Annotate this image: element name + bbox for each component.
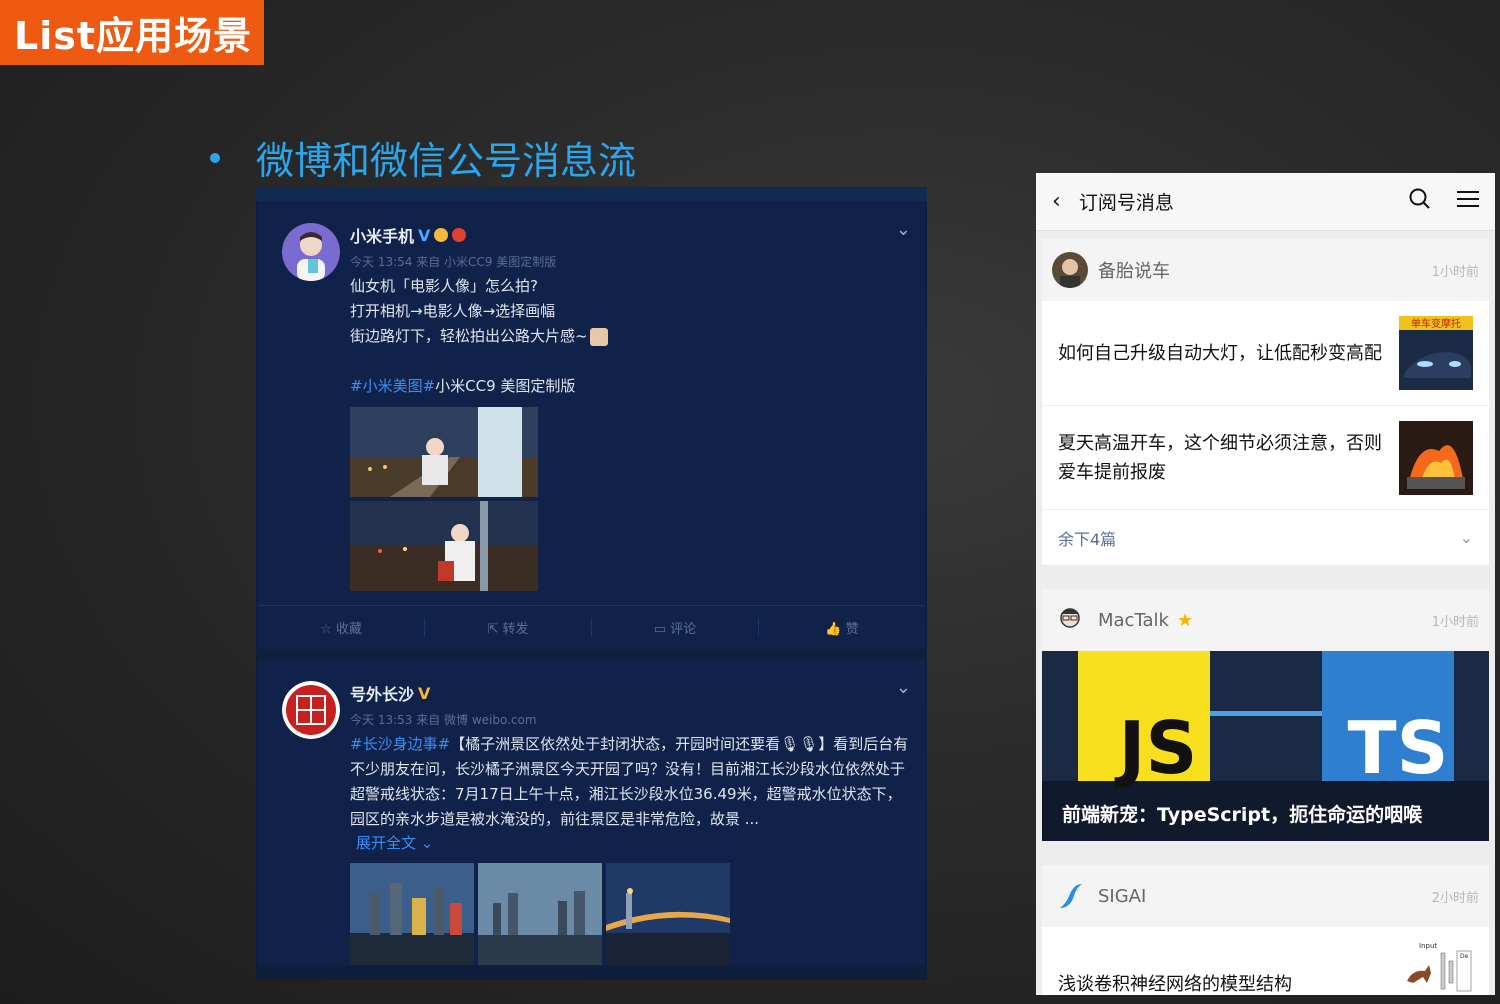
verified-icon: V	[418, 683, 431, 703]
thumbs-up-icon: 👍	[825, 622, 846, 637]
account-name: MacTalk	[1098, 609, 1169, 631]
article-title: 如何自己升级自动大灯，让低配秒变高配	[1058, 342, 1382, 364]
search-icon[interactable]	[1409, 188, 1431, 215]
expand-full-text-link[interactable]: 展开全文 ⌄	[356, 832, 905, 853]
comment-button[interactable]: ▭ 评论	[592, 618, 759, 637]
repost-button[interactable]: ⇱ 转发	[425, 618, 592, 637]
article-cover[interactable]: JS TS 前端新宠：TypeScript，扼住命运的咽喉	[1042, 651, 1489, 841]
avatar	[1052, 878, 1088, 914]
post-action-bar: ☆ 收藏 ⇱ 转发 ▭ 评论 👍 赞	[258, 605, 925, 649]
post-meta: 今天 13:53 来自 微博 weibo.com	[350, 713, 537, 727]
article-title: 浅谈卷积神经网络的模型结构	[1058, 974, 1292, 995]
thumb-label: 单车变摩托	[1411, 317, 1461, 330]
weibo-username[interactable]: 号外长沙	[350, 681, 414, 705]
cover-js-text: JS	[1114, 706, 1198, 790]
article-item[interactable]: 夏天高温开车，这个细节必须注意，否则爱车提前报废	[1042, 405, 1489, 509]
chevron-down-icon[interactable]: ⌄	[896, 219, 911, 240]
avatar	[1052, 252, 1088, 288]
article-title: 夏天高温开车，这个细节必须注意，否则爱车提前报废	[1058, 432, 1382, 483]
back-arrow-icon[interactable]: ‹	[1052, 189, 1061, 214]
share-icon: ⇱	[487, 622, 503, 637]
post-text: #长沙身边事#【橘子洲景区依然处于封闭状态，开园时间还要看🎙🎙】看到后台有不少朋…	[350, 735, 909, 828]
hashtag-link[interactable]: #长沙身边事#	[350, 735, 450, 753]
favorite-button[interactable]: ☆ 收藏	[258, 618, 425, 637]
bullet-heading: 微博和微信公号消息流	[210, 130, 636, 185]
menu-icon[interactable]	[1457, 190, 1479, 213]
article-thumbnail	[1399, 420, 1473, 495]
account-card: 备胎说车 1小时前 如何自己升级自动大灯，让低配秒变高配 单车变摩托 夏天高温开…	[1042, 239, 1489, 565]
account-name: 备胎说车	[1098, 261, 1170, 282]
article-thumbnail: 单车变摩托	[1399, 316, 1473, 390]
star-icon: ★	[1176, 609, 1194, 631]
account-time: 1小时前	[1431, 614, 1479, 630]
star-icon: ☆	[320, 622, 336, 637]
post-image[interactable]	[478, 863, 602, 965]
thumb-label: De	[1460, 953, 1469, 960]
wechat-subscription-screenshot: ‹ 订阅号消息 备胎说车 1小时前 如何自己升级自动大灯，让低配秒变高配 单车变…	[1036, 173, 1495, 995]
avatar	[1052, 602, 1088, 638]
badge-icon	[452, 228, 467, 242]
account-header[interactable]: 备胎说车 1小时前	[1042, 239, 1489, 301]
account-name: SIGAI	[1098, 885, 1147, 907]
emoji-icon	[589, 327, 608, 346]
like-button[interactable]: 👍 赞	[759, 618, 925, 637]
vip-icon	[434, 228, 449, 242]
chevron-down-icon[interactable]: ⌄	[896, 677, 911, 698]
hashtag-link[interactable]: #小米美图#	[350, 377, 435, 395]
wechat-header: ‹ 订阅号消息	[1036, 173, 1495, 231]
account-header[interactable]: SIGAI 2小时前	[1042, 865, 1489, 927]
post-image[interactable]	[350, 407, 538, 497]
thumb-label: Input	[1419, 942, 1437, 950]
cover-ts-text: TS	[1348, 706, 1449, 790]
bullet-text: 微博和微信公号消息流	[256, 139, 637, 183]
weibo-post[interactable]: ⌄ 号外长沙 V 今天 13:53 来自 微博 weibo.com #长沙身边事…	[258, 659, 925, 965]
account-time: 2小时前	[1431, 890, 1479, 906]
account-header[interactable]: MacTalk ★ 1小时前	[1042, 589, 1489, 651]
more-articles-toggle[interactable]: 余下4篇 ⌄	[1042, 509, 1489, 565]
page-title: 订阅号消息	[1078, 192, 1174, 214]
account-card: SIGAI 2小时前 浅谈卷积神经网络的模型结构 Input De	[1042, 865, 1489, 995]
verified-icon: V	[418, 225, 431, 245]
post-meta: 今天 13:54 来自 小米CC9 美图定制版	[350, 255, 557, 269]
slide-title-badge: List应用场景	[0, 0, 264, 65]
weibo-top-strip	[256, 187, 927, 201]
weibo-feed-screenshot: ⌄ 小米手机 V 今天 13:54 来自 小米CC9 美图定制版 仙女机「电影人…	[256, 187, 927, 980]
article-thumbnail: Input De	[1399, 939, 1473, 995]
comment-icon: ▭	[653, 622, 671, 637]
chevron-down-icon: ⌄	[1459, 528, 1473, 547]
article-item[interactable]: 如何自己升级自动大灯，让低配秒变高配 单车变摩托	[1042, 301, 1489, 405]
post-image[interactable]	[606, 863, 730, 965]
weibo-post[interactable]: ⌄ 小米手机 V 今天 13:54 来自 小米CC9 美图定制版 仙女机「电影人…	[258, 201, 925, 649]
avatar[interactable]	[282, 223, 340, 281]
post-image[interactable]	[350, 863, 474, 965]
article-item[interactable]: 浅谈卷积神经网络的模型结构 Input De	[1042, 927, 1489, 995]
avatar[interactable]	[282, 681, 340, 739]
post-image[interactable]	[350, 501, 538, 591]
post-text: 仙女机「电影人像」怎么拍? 打开相机→电影人像→选择画幅 街边路灯下，轻松拍出公…	[350, 274, 905, 399]
account-time: 1小时前	[1431, 264, 1479, 280]
weibo-username[interactable]: 小米手机	[350, 223, 414, 247]
bullet-dot	[210, 152, 220, 163]
article-title: 前端新宠：TypeScript，扼住命运的咽喉	[1062, 804, 1423, 826]
more-articles-label: 余下4篇	[1058, 529, 1117, 549]
